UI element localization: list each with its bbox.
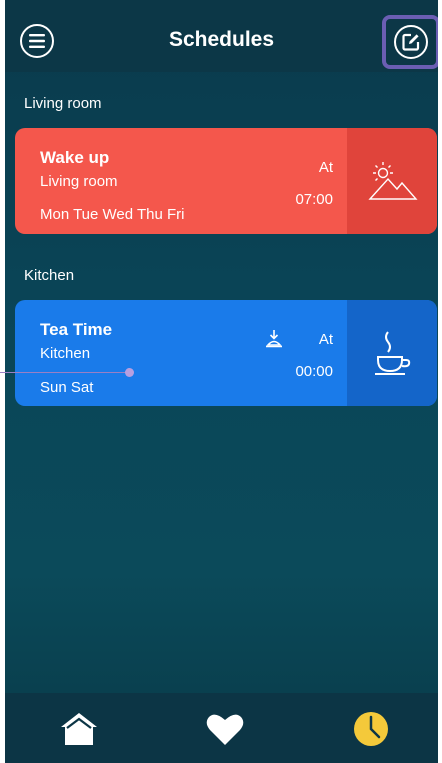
page-title: Schedules bbox=[168, 28, 275, 51]
nav-favorites[interactable] bbox=[205, 709, 245, 749]
schedule-at-label: At bbox=[318, 331, 333, 348]
schedule-title: Tea Time bbox=[40, 320, 113, 339]
schedule-at-label: At bbox=[318, 159, 333, 176]
download-alert-icon bbox=[266, 330, 282, 348]
heart-icon bbox=[206, 714, 244, 745]
app-screen: Schedules Living room Wake up Living roo… bbox=[5, 0, 438, 763]
nav-home[interactable] bbox=[59, 709, 99, 749]
edit-icon bbox=[402, 33, 420, 51]
schedule-time: 07:00 bbox=[295, 191, 333, 208]
schedule-title: Wake up bbox=[40, 148, 110, 167]
header-bar: Schedules bbox=[5, 0, 438, 72]
edit-button[interactable] bbox=[394, 25, 428, 59]
annotation-pointer-dot bbox=[125, 368, 134, 377]
sunrise-mountain-icon bbox=[368, 162, 418, 200]
schedule-room: Living room bbox=[40, 173, 118, 190]
annotation-pointer-line bbox=[0, 372, 130, 373]
schedule-days: Sun Sat bbox=[40, 379, 94, 396]
schedule-room: Kitchen bbox=[40, 345, 91, 362]
nav-schedules[interactable] bbox=[351, 709, 391, 749]
schedule-card-wake-up[interactable]: Wake up Living room Mon Tue Wed Thu Fri … bbox=[15, 128, 437, 234]
schedule-icon-panel bbox=[347, 128, 437, 234]
schedule-days: Mon Tue Wed Thu Fri bbox=[40, 206, 185, 223]
home-icon bbox=[61, 713, 97, 745]
tea-cup-icon bbox=[375, 331, 411, 375]
schedule-icon-panel bbox=[347, 300, 437, 406]
section-label-kitchen: Kitchen bbox=[24, 267, 75, 284]
schedule-time: 00:00 bbox=[295, 363, 333, 380]
edit-highlight bbox=[382, 15, 438, 69]
bottom-nav bbox=[5, 693, 438, 763]
schedule-card-tea-time[interactable]: Tea Time Kitchen Sun Sat At 00:00 bbox=[15, 300, 437, 406]
section-label-living-room: Living room bbox=[24, 95, 102, 112]
clock-icon bbox=[354, 712, 388, 746]
